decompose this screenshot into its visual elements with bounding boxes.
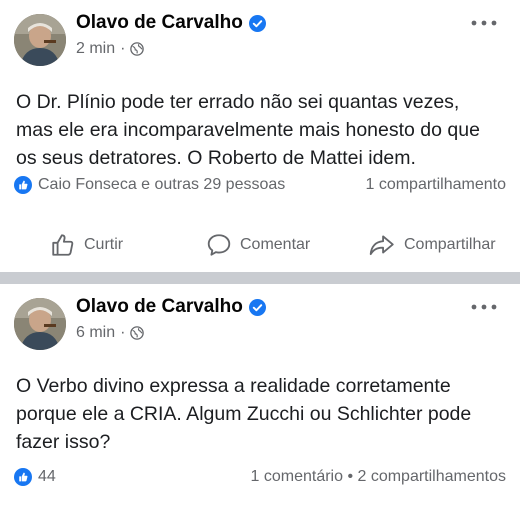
reactions-text: Caio Fonseca e outras 29 pessoas (38, 176, 286, 193)
avatar[interactable] (14, 298, 66, 350)
globe-icon (130, 326, 145, 340)
comment-button[interactable]: Comentar (206, 232, 310, 258)
author-name-text[interactable]: Olavo de Carvalho (76, 296, 243, 318)
meta-separator: · (120, 40, 126, 57)
post-card: Olavo de Carvalho 6 min · O Verbo divino… (0, 284, 520, 509)
reactions-summary[interactable]: Caio Fonseca e outras 29 pessoas (14, 176, 285, 194)
post-time[interactable]: 2 min (76, 40, 115, 58)
reactions-summary[interactable]: 44 (14, 468, 56, 486)
share-count[interactable]: 1 compartilhamento (365, 176, 506, 194)
post-meta: 6 min · (76, 324, 145, 342)
more-options-icon[interactable] (470, 18, 498, 28)
globe-icon (130, 42, 145, 56)
post-card: Olavo de Carvalho 2 min · O Dr. Plínio p… (0, 0, 520, 272)
post-meta: 2 min · (76, 40, 145, 58)
like-icon (52, 234, 74, 256)
author-name[interactable]: Olavo de Carvalho (76, 296, 266, 318)
more-options-icon[interactable] (470, 302, 498, 312)
post-stats: Caio Fonseca e outras 29 pessoas 1 compa… (14, 176, 506, 194)
author-name-text[interactable]: Olavo de Carvalho (76, 12, 243, 34)
post-separator (0, 272, 520, 284)
reactions-count: 44 (38, 468, 56, 485)
post-stats: 44 1 comentário • 2 compartilhamentos (14, 468, 506, 486)
like-label: Curtir (84, 236, 124, 253)
post-text: O Verbo divino expressa a realidade corr… (16, 375, 472, 453)
author-name[interactable]: Olavo de Carvalho (76, 12, 266, 34)
share-icon (369, 235, 394, 256)
comment-label: Comentar (240, 236, 311, 253)
like-reaction-icon (14, 468, 32, 486)
verified-badge-icon (248, 298, 266, 316)
post-time[interactable]: 6 min (76, 324, 115, 342)
like-reaction-icon (14, 176, 32, 194)
meta-separator: · (120, 324, 126, 341)
avatar[interactable] (14, 14, 66, 66)
like-button[interactable]: Curtir (50, 232, 123, 258)
share-label: Compartilhar (404, 236, 496, 253)
verified-badge-icon (248, 14, 266, 32)
comments-shares-count[interactable]: 1 comentário • 2 compartilhamentos (251, 468, 507, 486)
share-button[interactable]: Compartilhar (368, 232, 496, 258)
post-text: O Dr. Plínio pode ter errado não sei qua… (16, 91, 480, 169)
comment-icon (207, 234, 231, 256)
post-actions: Curtir Comentar Compartilhar (0, 228, 520, 262)
